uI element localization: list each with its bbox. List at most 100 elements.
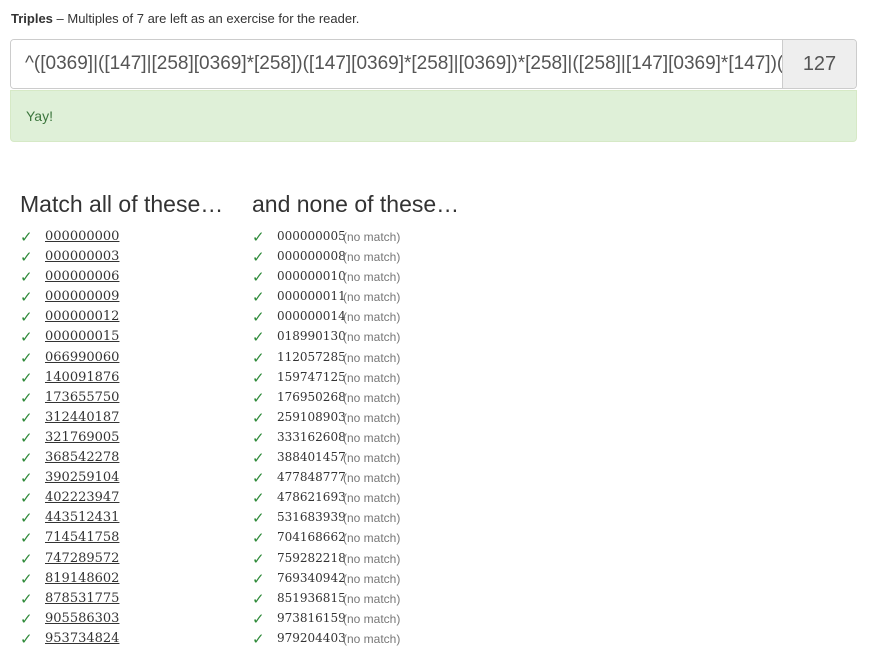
no-match-label: (no match): [343, 631, 401, 646]
no-match-label: (no match): [343, 591, 401, 606]
nomatch-word: 531683939: [277, 510, 346, 525]
nomatch-word: 477848777: [277, 470, 346, 485]
nomatch-word: 000000005: [277, 229, 346, 243]
check-icon: ✓: [252, 549, 265, 568]
match-heading: Match all of these…: [20, 191, 224, 217]
match-word-link[interactable]: 000000015: [45, 329, 119, 344]
check-icon: ✓: [20, 609, 33, 628]
check-icon: ✓: [252, 348, 265, 367]
nomatch-word: 176950268: [277, 389, 346, 404]
puzzle-header: Triples – Multiples of 7 are left as an …: [11, 11, 359, 27]
match-word-link[interactable]: 390259104: [45, 470, 119, 485]
match-word-link[interactable]: 402223947: [45, 490, 119, 505]
match-word-link[interactable]: 747289572: [45, 551, 119, 566]
check-icon: ✓: [20, 348, 33, 367]
check-icon: ✓: [20, 268, 33, 287]
no-match-label: (no match): [343, 471, 401, 486]
nomatch-heading: and none of these…: [252, 191, 460, 217]
no-match-label: (no match): [343, 491, 401, 506]
check-icon: ✓: [252, 449, 265, 468]
match-word-link[interactable]: 140091876: [45, 370, 119, 385]
no-match-label: (no match): [343, 410, 401, 425]
check-icon: ✓: [20, 248, 33, 267]
check-icon: ✓: [252, 408, 265, 427]
match-word-link[interactable]: 000000012: [45, 309, 119, 324]
no-match-label: (no match): [343, 390, 401, 405]
nomatch-word: 018990130: [277, 329, 346, 344]
score-badge: 127: [782, 40, 856, 88]
check-icon: ✓: [20, 629, 33, 648]
no-match-label: (no match): [343, 611, 401, 626]
check-icon: ✓: [252, 248, 265, 267]
match-word-link[interactable]: 714541758: [45, 530, 119, 545]
nomatch-word: 112057285: [277, 349, 346, 364]
no-match-label: (no match): [343, 451, 401, 466]
check-icon: ✓: [252, 228, 265, 246]
check-icon: ✓: [20, 589, 33, 608]
check-icon: ✓: [20, 569, 33, 588]
nomatch-word: 000000010: [277, 269, 346, 284]
check-icon: ✓: [20, 308, 33, 327]
check-icon: ✓: [252, 469, 265, 488]
match-word-link[interactable]: 000000003: [45, 249, 119, 264]
check-icon: ✓: [20, 388, 33, 407]
match-word-link[interactable]: 000000009: [45, 289, 119, 304]
check-icon: ✓: [252, 629, 265, 648]
match-word-link[interactable]: 953734824: [45, 631, 119, 646]
nomatch-word: 159747125: [277, 369, 346, 384]
check-icon: ✓: [20, 428, 33, 447]
match-word-link[interactable]: 368542278: [45, 450, 119, 465]
check-icon: ✓: [20, 328, 33, 347]
check-icon: ✓: [252, 609, 265, 628]
match-word-link[interactable]: 321769005: [45, 430, 119, 445]
check-icon: ✓: [20, 449, 33, 468]
nomatch-word: 979204403: [277, 630, 346, 645]
match-word-link[interactable]: 000000000: [45, 229, 119, 244]
match-word-link[interactable]: 312440187: [45, 410, 119, 425]
check-icon: ✓: [20, 408, 33, 427]
check-icon: ✓: [20, 529, 33, 548]
match-word-link[interactable]: 066990060: [45, 350, 119, 365]
no-match-label: (no match): [343, 370, 401, 385]
match-word-link[interactable]: 819148602: [45, 571, 119, 586]
no-match-label: (no match): [343, 250, 401, 265]
check-icon: ✓: [252, 288, 265, 307]
nomatch-word: 769340942: [277, 570, 346, 585]
check-icon: ✓: [20, 368, 33, 387]
check-icon: ✓: [20, 509, 33, 528]
nomatch-word: 259108903: [277, 409, 346, 424]
puzzle-title: Triples: [11, 11, 53, 26]
check-icon: ✓: [252, 529, 265, 548]
no-match-label: (no match): [343, 511, 401, 526]
regex-input[interactable]: [11, 40, 782, 88]
nomatch-word: 478621693: [277, 490, 346, 505]
check-icon: ✓: [252, 509, 265, 528]
match-word-link[interactable]: 443512431: [45, 510, 119, 525]
check-icon: ✓: [252, 268, 265, 287]
match-word-link[interactable]: 173655750: [45, 390, 119, 405]
regex-input-group: 127: [10, 39, 857, 89]
check-icon: ✓: [20, 469, 33, 488]
match-word-link[interactable]: 878531775: [45, 591, 119, 606]
check-icon: ✓: [252, 328, 265, 347]
no-match-label: (no match): [343, 350, 401, 365]
nomatch-word: 851936815: [277, 590, 346, 605]
nomatch-word: 333162608: [277, 429, 346, 444]
match-word-link[interactable]: 905586303: [45, 611, 119, 626]
check-icon: ✓: [20, 288, 33, 307]
puzzle-subtitle: – Multiples of 7 are left as an exercise…: [52, 11, 360, 26]
no-match-label: (no match): [343, 290, 401, 305]
match-word-link[interactable]: 000000006: [45, 269, 119, 284]
nomatch-word: 000000008: [277, 249, 346, 264]
check-icon: ✓: [20, 549, 33, 568]
no-match-label: (no match): [343, 270, 401, 285]
no-match-label: (no match): [343, 310, 401, 325]
no-match-label: (no match): [343, 551, 401, 566]
nomatch-word: 388401457: [277, 450, 346, 465]
no-match-label: (no match): [343, 330, 401, 345]
no-match-label: (no match): [343, 430, 401, 445]
status-alert: Yay!: [10, 90, 857, 142]
no-match-label: (no match): [343, 571, 401, 586]
check-icon: ✓: [252, 589, 265, 608]
check-icon: ✓: [252, 308, 265, 327]
